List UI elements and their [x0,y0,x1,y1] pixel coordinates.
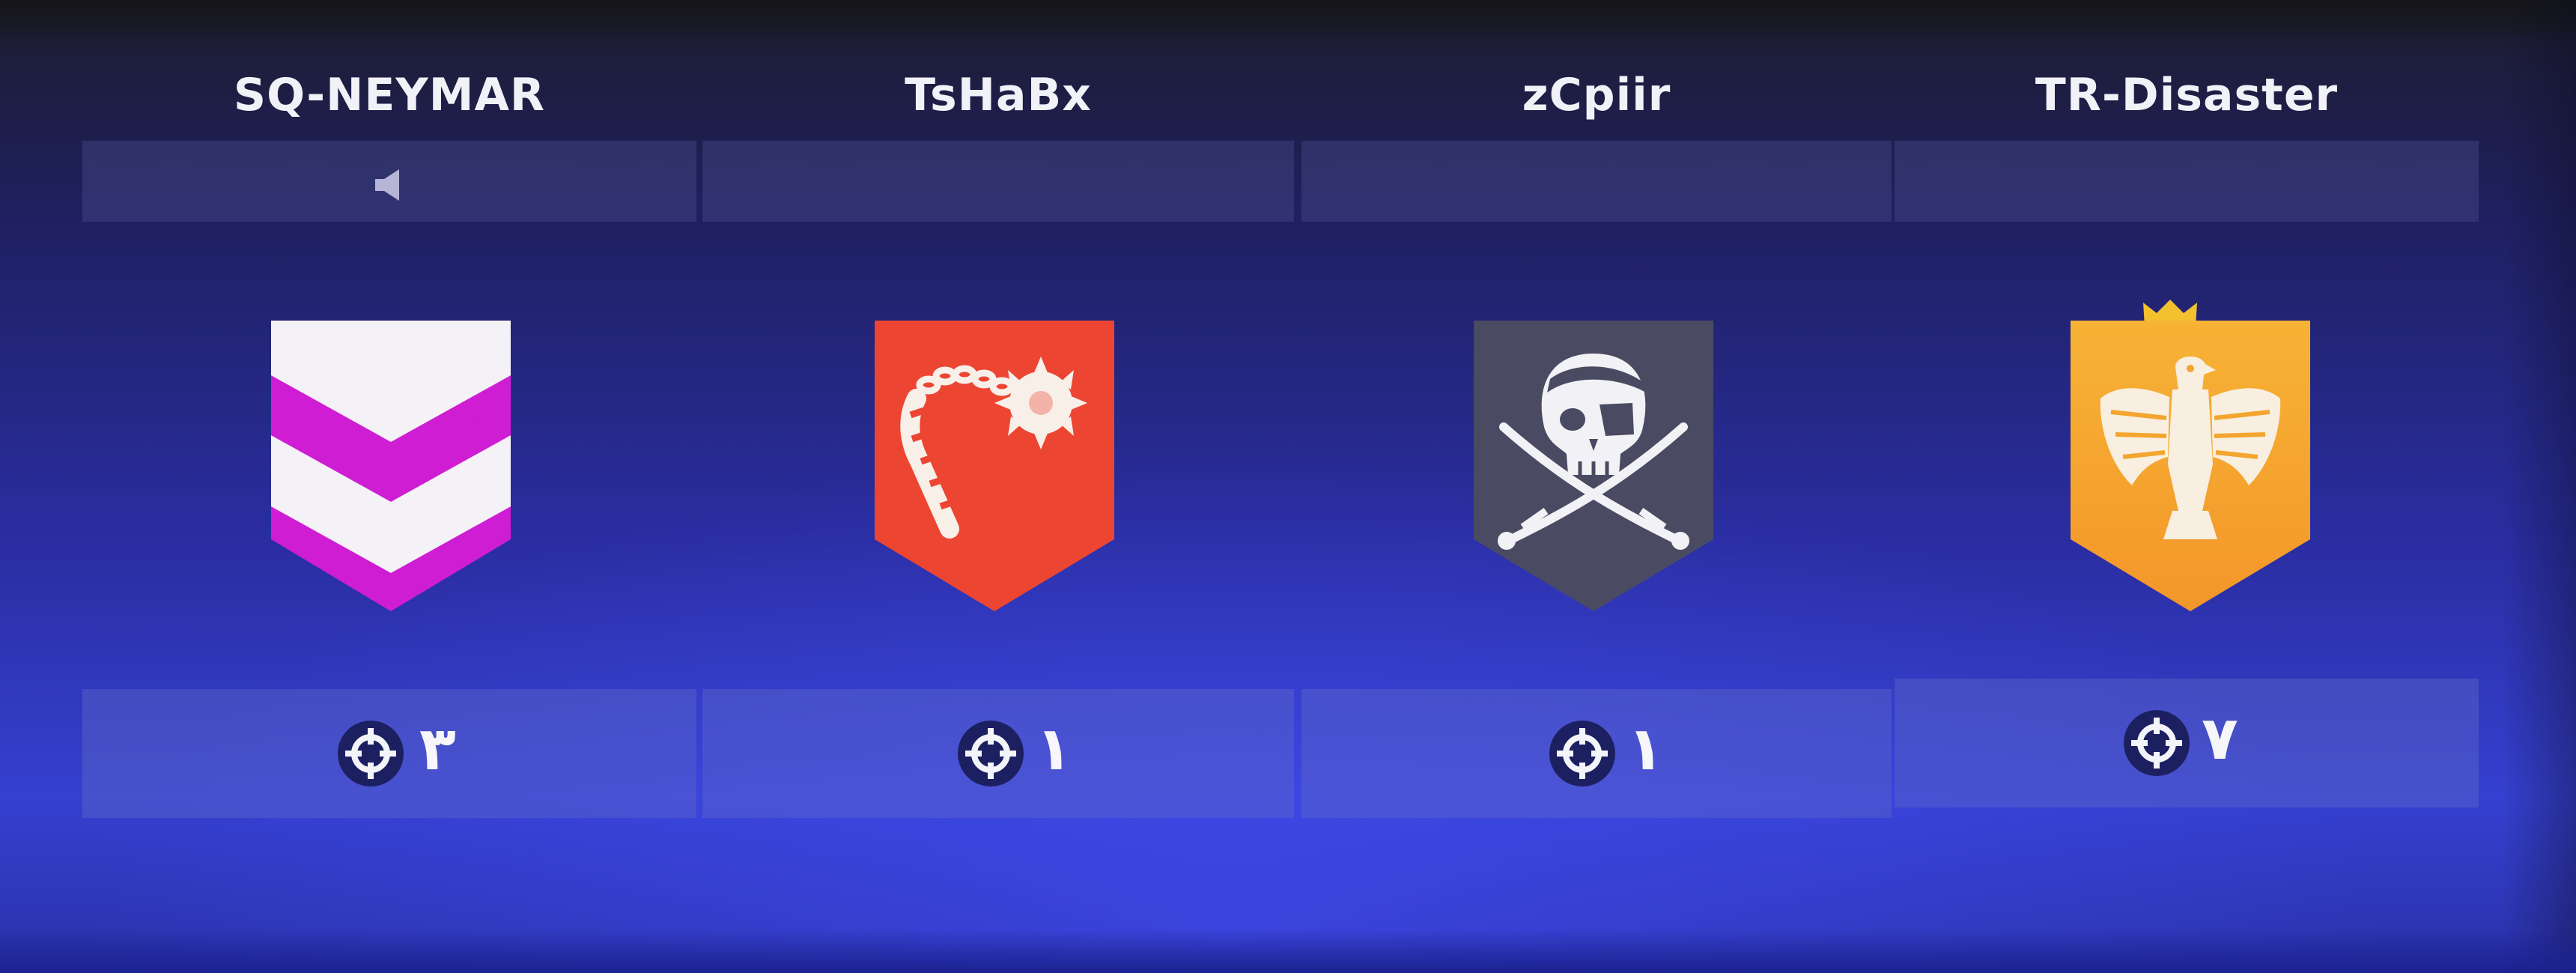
player-name: zCpiir [1522,69,1671,121]
speaker-icon [375,169,399,201]
player-name: TsHaBx [905,69,1092,121]
kills-panel: ٧ [1895,679,2479,807]
player-name: TR-Disaster [2035,69,2339,121]
kill-count: ٣ [419,714,456,783]
player-card[interactable]: TsHaBx ١ [702,0,1294,973]
player-name: SQ-NEYMAR [233,69,546,121]
kills-panel: ١ [702,689,1294,818]
chevron-rank-icon [271,321,511,611]
kill-count: ٧ [2202,703,2238,773]
flail-icon [875,321,1114,611]
kills-panel: ٣ [82,689,696,818]
eagle-icon [2071,321,2310,611]
pirate-skull-icon [1474,321,1713,611]
kills-panel: ١ [1301,689,1892,818]
kill-count: ١ [1036,714,1072,783]
player-card[interactable]: TR-Disaster ٧ [1895,0,2479,973]
screen-right-shade [2501,0,2576,973]
kill-count: ١ [1627,714,1664,783]
player-card[interactable]: zCpiir ١ [1301,0,1892,973]
crosshair-icon [958,721,1024,786]
crosshair-icon [2124,710,2190,776]
voice-status-bar [702,141,1294,222]
voice-status-bar [1895,141,2479,222]
crosshair-icon [1549,721,1615,786]
crosshair-icon [338,721,404,786]
player-card[interactable]: SQ-NEYMAR ٣ [82,0,696,973]
voice-status-bar [1301,141,1892,222]
